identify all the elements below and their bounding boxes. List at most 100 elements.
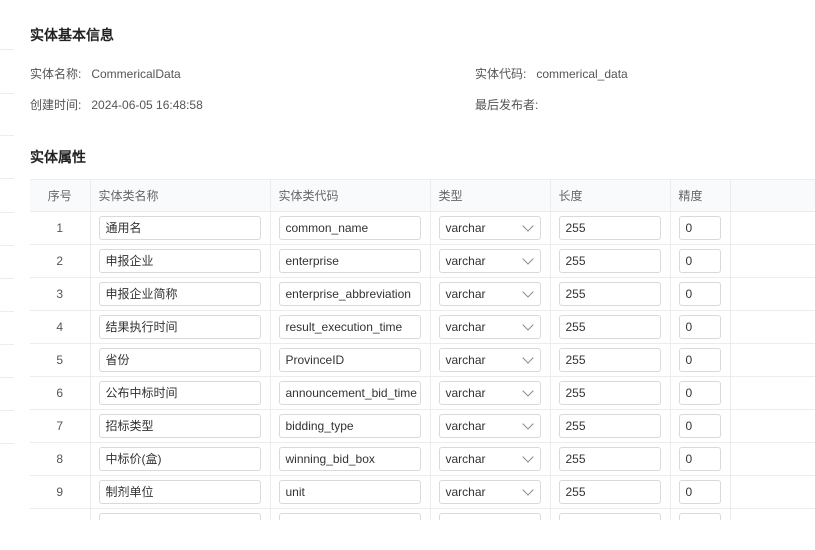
entity-class-code-input[interactable]: result_execution_time (278, 314, 421, 339)
type-select[interactable] (438, 512, 541, 520)
type-select-value: varchar (445, 319, 486, 334)
type-select[interactable]: varchar (438, 347, 541, 372)
row-extra-cell (730, 277, 815, 311)
table-row: 5 省份 ProvinceID varchar 255 0 (30, 343, 815, 377)
length-input[interactable]: 255 (558, 347, 661, 372)
entity-code-field: 实体代码: commerical_data (475, 65, 628, 82)
precision-input[interactable]: 0 (678, 248, 721, 273)
precision-input[interactable]: 0 (678, 347, 721, 372)
entity-class-code-input[interactable]: unit (278, 479, 421, 504)
type-select[interactable]: varchar (438, 281, 541, 306)
length-input[interactable]: 255 (558, 380, 661, 405)
length-input[interactable]: 255 (558, 281, 661, 306)
entity-class-name-input[interactable]: 省份 (98, 347, 261, 372)
length-input[interactable]: 255 (558, 248, 661, 273)
entity-class-name-input[interactable]: 中标价(盒) (98, 446, 261, 471)
type-select-value: varchar (445, 418, 486, 433)
precision-input[interactable] (678, 512, 721, 520)
entity-code-label: 实体代码: (475, 67, 527, 81)
entity-class-code-input[interactable]: bidding_type (278, 413, 421, 438)
entity-class-name-input[interactable]: 制剂单位 (98, 479, 261, 504)
entity-class-code-input[interactable]: announcement_bid_time (278, 380, 421, 405)
type-select-value: varchar (445, 253, 486, 268)
length-input[interactable]: 255 (558, 413, 661, 438)
col-header-code: 实体类代码 (270, 180, 431, 212)
entity-class-code-input[interactable]: winning_bid_box (278, 446, 421, 471)
row-index: 9 (30, 475, 91, 509)
entity-name-label: 实体名称: (30, 67, 82, 81)
entity-class-name-input[interactable]: 申报企业 (98, 248, 261, 273)
precision-input[interactable]: 0 (678, 446, 721, 471)
created-time-field: 创建时间: 2024-06-05 16:48:58 (30, 96, 203, 113)
type-select[interactable]: varchar (438, 446, 541, 471)
row-index: 5 (30, 343, 91, 377)
attributes-title: 实体属性 (30, 149, 86, 165)
row-extra-cell (730, 343, 815, 377)
entity-class-name-input[interactable] (98, 512, 261, 520)
row-index: 4 (30, 310, 91, 344)
attributes-table: 序号 实体类名称 实体类代码 类型 长度 精度 1 通用名 common_nam… (30, 179, 815, 520)
row-extra-cell (730, 244, 815, 278)
chevron-down-icon (521, 219, 534, 232)
entity-class-name-input[interactable]: 公布中标时间 (98, 380, 261, 405)
entity-name-value: CommericalData (91, 67, 181, 81)
created-time-value: 2024-06-05 16:48:58 (91, 98, 203, 112)
row-extra-cell (730, 475, 815, 509)
row-index: 6 (30, 376, 91, 410)
type-select[interactable]: varchar (438, 248, 541, 273)
table-row: 8 中标价(盒) winning_bid_box varchar 255 0 (30, 442, 815, 476)
type-select[interactable]: varchar (438, 413, 541, 438)
entity-class-code-input[interactable]: enterprise (278, 248, 421, 273)
chevron-down-icon (521, 450, 534, 463)
col-header-name: 实体类名称 (90, 180, 271, 212)
length-input[interactable]: 255 (558, 446, 661, 471)
row-extra-cell (730, 409, 815, 443)
basic-info-title: 实体基本信息 (30, 27, 114, 43)
entity-class-code-input[interactable]: ProvinceID (278, 347, 421, 372)
row-extra-cell (730, 310, 815, 344)
entity-name-field: 实体名称: CommericalData (30, 65, 181, 82)
type-select-value: varchar (445, 352, 486, 367)
type-select-value: varchar (445, 484, 486, 499)
type-select-value: varchar (445, 220, 486, 235)
row-extra-cell (730, 376, 815, 410)
precision-input[interactable]: 0 (678, 479, 721, 504)
row-extra-cell (730, 442, 815, 476)
table-header-row: 序号 实体类名称 实体类代码 类型 长度 精度 (30, 180, 815, 212)
chevron-down-icon (521, 384, 534, 397)
row-extra-cell (730, 211, 815, 245)
entity-class-code-input[interactable]: enterprise_abbreviation (278, 281, 421, 306)
table-row-partial (30, 508, 815, 520)
table-row: 6 公布中标时间 announcement_bid_time varchar 2… (30, 376, 815, 410)
chevron-down-icon (521, 285, 534, 298)
table-row: 1 通用名 common_name varchar 255 0 (30, 211, 815, 245)
precision-input[interactable]: 0 (678, 281, 721, 306)
precision-input[interactable]: 0 (678, 413, 721, 438)
length-input[interactable]: 255 (558, 479, 661, 504)
length-input[interactable] (558, 512, 661, 520)
type-select[interactable]: varchar (438, 479, 541, 504)
length-input[interactable]: 255 (558, 215, 661, 240)
col-header-type: 类型 (430, 180, 551, 212)
chevron-down-icon (521, 351, 534, 364)
table-row: 9 制剂单位 unit varchar 255 0 (30, 475, 815, 509)
entity-class-name-input[interactable]: 申报企业简称 (98, 281, 261, 306)
type-select[interactable]: varchar (438, 215, 541, 240)
type-select[interactable]: varchar (438, 380, 541, 405)
chevron-down-icon (521, 252, 534, 265)
precision-input[interactable]: 0 (678, 215, 721, 240)
entity-class-code-input[interactable]: common_name (278, 215, 421, 240)
entity-class-name-input[interactable]: 结果执行时间 (98, 314, 261, 339)
entity-code-value: commerical_data (536, 67, 628, 81)
entity-class-name-input[interactable]: 通用名 (98, 215, 261, 240)
precision-input[interactable]: 0 (678, 380, 721, 405)
col-header-length: 长度 (550, 180, 671, 212)
entity-class-name-input[interactable]: 招标类型 (98, 413, 261, 438)
type-select[interactable]: varchar (438, 314, 541, 339)
col-header-extra (730, 180, 815, 212)
row-index: 2 (30, 244, 91, 278)
length-input[interactable]: 255 (558, 314, 661, 339)
entity-class-code-input[interactable] (278, 512, 421, 520)
precision-input[interactable]: 0 (678, 314, 721, 339)
created-time-label: 创建时间: (30, 98, 82, 112)
